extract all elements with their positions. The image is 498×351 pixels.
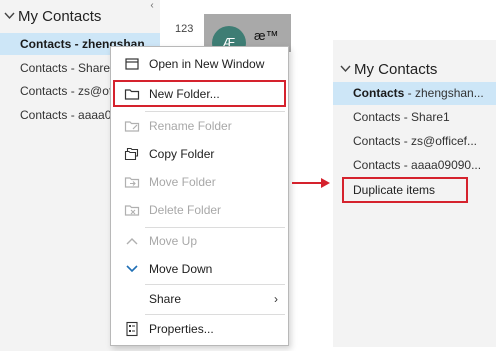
my-contacts-group-header[interactable]: My Contacts [4,8,101,25]
chevron-up-icon [121,233,143,249]
red-arrow-icon [292,178,330,188]
folder-item-rest: Contacts - aaaa09090... [353,158,482,172]
menu-item-label: Move Up [149,234,198,248]
menu-item-open-in-new-window[interactable]: Open in New Window [111,51,288,77]
result-folder-item-contacts-zs[interactable]: Contacts - zs@officef... [333,130,496,153]
delete-folder-icon [121,202,143,218]
menu-item-label: Move Down [149,262,213,276]
menu-item-delete-folder[interactable]: Delete Folder [111,197,288,223]
menu-separator [145,284,285,285]
menu-item-label: Open in New Window [149,57,265,71]
chevron-down-icon[interactable] [4,11,18,23]
group-title: My Contacts [18,8,102,25]
move-folder-icon [121,174,143,190]
chevron-down-icon[interactable] [340,64,354,76]
menu-item-share[interactable]: Share › [111,286,288,312]
open-window-icon [121,56,143,72]
copy-folder-icon [121,146,143,162]
menu-item-move-folder[interactable]: Move Folder [111,169,288,195]
collapse-pane-arrow-icon[interactable]: ‹ [147,0,157,12]
new-folder-duplicate-items[interactable]: Duplicate items [342,177,468,203]
properties-icon [121,321,143,337]
folder-item-bold: Contacts [353,86,405,100]
submenu-arrow-icon: › [274,292,278,306]
folder-item-rest: Contacts - zs@officef... [353,134,478,148]
menu-separator [145,314,285,315]
new-folder-highlight-box [113,80,286,107]
group-title: My Contacts [354,61,438,78]
result-folder-item-contacts-aaaa[interactable]: Contacts - aaaa09090... [333,154,496,177]
blank-icon [121,291,143,307]
menu-item-properties[interactable]: Properties... [111,316,288,342]
result-folder-item-contacts-zhengshan[interactable]: Contacts - zhengshan... [333,82,496,105]
menu-item-label: Delete Folder [149,203,222,217]
menu-item-move-down[interactable]: Move Down [111,256,288,282]
menu-item-move-up[interactable]: Move Up [111,228,288,254]
folder-item-rest: - zhengshan... [404,86,484,100]
menu-item-label: Move Folder [149,175,216,189]
chevron-down-icon [121,261,143,277]
folder-item-rest: Contacts - Share1 [353,110,450,124]
menu-item-rename-folder[interactable]: Rename Folder [111,113,288,139]
menu-item-label: Rename Folder [149,119,232,133]
result-my-contacts-header[interactable]: My Contacts [340,61,437,78]
contact-count: 123 [175,23,194,35]
contact-name-fragment: æ™ [254,28,279,43]
menu-item-copy-folder[interactable]: Copy Folder [111,141,288,167]
result-folder-item-contacts-share1[interactable]: Contacts - Share1 [333,106,496,129]
menu-item-label: Copy Folder [149,147,215,161]
menu-item-label: Properties... [149,322,214,336]
menu-item-label: Share [149,292,182,306]
menu-separator [145,111,285,112]
rename-folder-icon [121,118,143,134]
